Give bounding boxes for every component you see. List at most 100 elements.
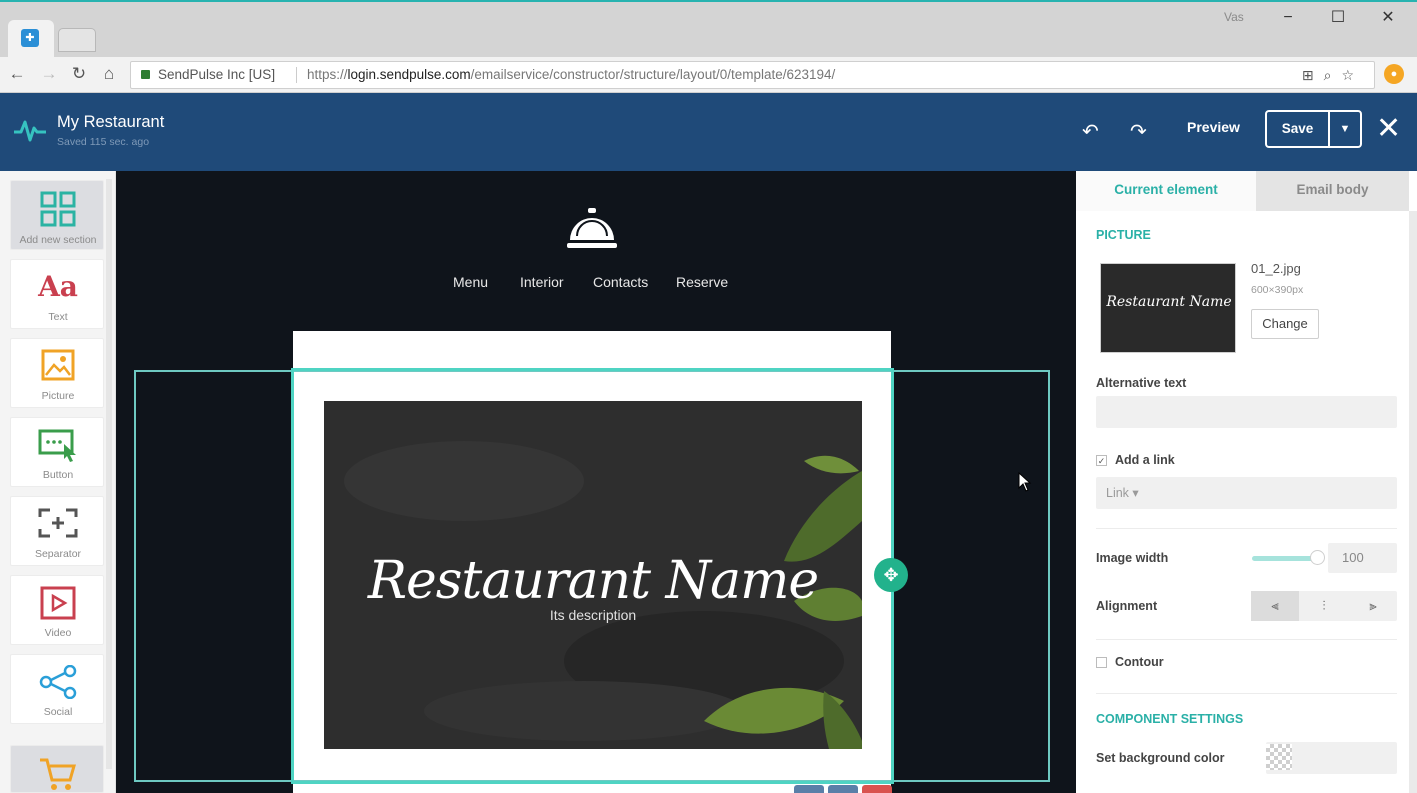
reload-icon[interactable]: ↻ [68, 63, 90, 85]
contour-label[interactable]: Contour [1115, 655, 1164, 669]
service-bell-icon[interactable] [565, 206, 619, 250]
lock-icon [141, 70, 150, 79]
link-type-value: Link ▾ [1106, 486, 1139, 500]
text-icon: Aa [38, 270, 78, 303]
address-bar-icons: ⊞⌕☆ [1302, 62, 1364, 88]
back-icon[interactable]: ← [6, 63, 28, 85]
profile-badge[interactable]: Vas [1224, 10, 1244, 24]
maximize-icon[interactable]: ☐ [1318, 4, 1358, 32]
picture-file-size: 600×390px [1251, 284, 1304, 296]
sendpulse-favicon-icon: ✚ [21, 29, 39, 47]
element-delete-button[interactable] [862, 785, 892, 793]
button-icon [11, 428, 105, 462]
component-settings-title: COMPONENT SETTINGS [1096, 712, 1244, 726]
star-icon[interactable]: ☆ [1341, 67, 1364, 83]
tool-picture[interactable]: Picture [10, 338, 104, 408]
tool-video[interactable]: Video [10, 575, 104, 645]
picture-file-name: 01_2.jpg [1251, 261, 1301, 276]
image-width-input[interactable]: 100 [1328, 543, 1397, 573]
nav-link-reserve[interactable]: Reserve [676, 274, 728, 290]
email-canvas[interactable]: Menu Interior Contacts Reserve Restauran… [116, 171, 1076, 793]
add-link-checkbox[interactable]: ✓ [1096, 455, 1107, 466]
url-text: https://login.sendpulse.com/emailservice… [307, 67, 836, 82]
window-close-icon[interactable]: ✕ [1368, 4, 1408, 32]
mouse-cursor-icon [1018, 472, 1032, 492]
add-link-label[interactable]: Add a link [1115, 453, 1175, 467]
share-icon [11, 664, 105, 700]
change-picture-button[interactable]: Change [1251, 309, 1319, 339]
element-action-button[interactable] [794, 785, 824, 793]
divider [1096, 693, 1397, 694]
browser-tabstrip: ✚ Vas − ☐ ✕ [0, 0, 1417, 58]
minimize-icon[interactable]: − [1268, 4, 1308, 32]
tab-current-element[interactable]: Current element [1076, 171, 1256, 211]
nav-link-interior[interactable]: Interior [520, 274, 564, 290]
save-options-chevron-down-icon[interactable]: ▼ [1330, 112, 1360, 146]
align-left-icon[interactable]: ⫷ [1251, 591, 1299, 621]
app-header: My Restaurant Saved 115 sec. ago ↶ ↷ Pre… [0, 93, 1417, 171]
settings-panel: Current element Email body PICTURE Resta… [1076, 171, 1417, 793]
image-width-slider-handle[interactable] [1310, 550, 1325, 565]
secure-origin-label: SendPulse Inc [US] [158, 67, 276, 82]
tool-label: Picture [41, 390, 75, 402]
tool-social[interactable]: Social [10, 654, 104, 724]
divider [1096, 528, 1397, 529]
tool-cart[interactable] [10, 745, 104, 793]
link-type-select[interactable]: Link ▾ [1096, 477, 1397, 509]
zoom-icon[interactable]: ⌕ [1324, 67, 1342, 83]
nav-link-contacts[interactable]: Contacts [593, 274, 648, 290]
forward-icon[interactable]: → [38, 63, 60, 85]
picture-thumbnail[interactable]: Restaurant Name [1100, 263, 1236, 353]
move-handle-icon[interactable]: ✥ [874, 558, 908, 592]
cart-icon [11, 756, 105, 790]
tool-add-section[interactable]: Add new section [10, 180, 104, 250]
tool-separator[interactable]: Separator [10, 496, 104, 566]
panel-scrollbar[interactable] [1409, 211, 1417, 793]
picture-section-title: PICTURE [1096, 228, 1151, 242]
align-right-icon[interactable]: ⫸ [1349, 591, 1397, 621]
redo-icon[interactable]: ↷ [1130, 119, 1147, 144]
close-editor-icon[interactable]: ✕ [1376, 114, 1401, 144]
tool-text[interactable]: Aa Text [10, 259, 104, 329]
alignment-buttons: ⫷ ⫶ ⫸ [1251, 591, 1397, 621]
preview-button[interactable]: Preview [1178, 119, 1249, 135]
extension-icon[interactable]: ● [1384, 64, 1404, 84]
contour-checkbox[interactable] [1096, 657, 1107, 668]
tool-label: Text [48, 311, 68, 323]
home-icon[interactable]: ⌂ [98, 63, 120, 85]
undo-icon[interactable]: ↶ [1082, 119, 1099, 144]
tool-label: Add new section [19, 234, 97, 246]
element-action-button[interactable] [828, 785, 858, 793]
grid-icon [11, 191, 105, 227]
alt-text-label: Alternative text [1096, 376, 1187, 390]
elements-toolbar: Add new section Aa Text Picture Button S… [0, 171, 116, 793]
sendpulse-logo-icon[interactable] [12, 112, 48, 148]
bg-color-label: Set background color [1096, 751, 1225, 765]
browser-new-tab[interactable] [58, 28, 96, 52]
bg-color-picker[interactable] [1266, 742, 1397, 774]
tool-label: Button [42, 469, 74, 481]
tab-email-body[interactable]: Email body [1256, 171, 1409, 211]
tool-button[interactable]: Button [10, 417, 104, 487]
nav-link-menu[interactable]: Menu [453, 274, 488, 290]
browser-tab-active[interactable]: ✚ [8, 20, 54, 58]
separator-icon [11, 507, 105, 541]
transparent-swatch-icon [1266, 744, 1292, 770]
browser-toolbar: ← → ↻ ⌂ SendPulse Inc [US] https://login… [0, 57, 1417, 93]
image-width-label: Image width [1096, 551, 1169, 565]
tool-label: Social [43, 706, 73, 718]
video-icon [11, 586, 105, 620]
align-center-icon[interactable]: ⫶ [1300, 591, 1348, 621]
save-status: Saved 115 sec. ago [57, 136, 150, 148]
toolbar-scrollbar[interactable] [106, 179, 112, 769]
address-bar[interactable]: SendPulse Inc [US] https://login.sendpul… [130, 61, 1375, 89]
translate-icon[interactable]: ⊞ [1302, 67, 1324, 83]
tool-label: Video [44, 627, 72, 639]
url-divider [296, 67, 297, 83]
alt-text-input[interactable] [1096, 396, 1397, 428]
image-width-slider[interactable] [1252, 556, 1316, 561]
save-button-group: Save ▼ [1265, 110, 1362, 148]
template-title[interactable]: My Restaurant [57, 113, 164, 132]
save-button[interactable]: Save [1267, 112, 1330, 146]
element-selection-outline [291, 368, 894, 784]
